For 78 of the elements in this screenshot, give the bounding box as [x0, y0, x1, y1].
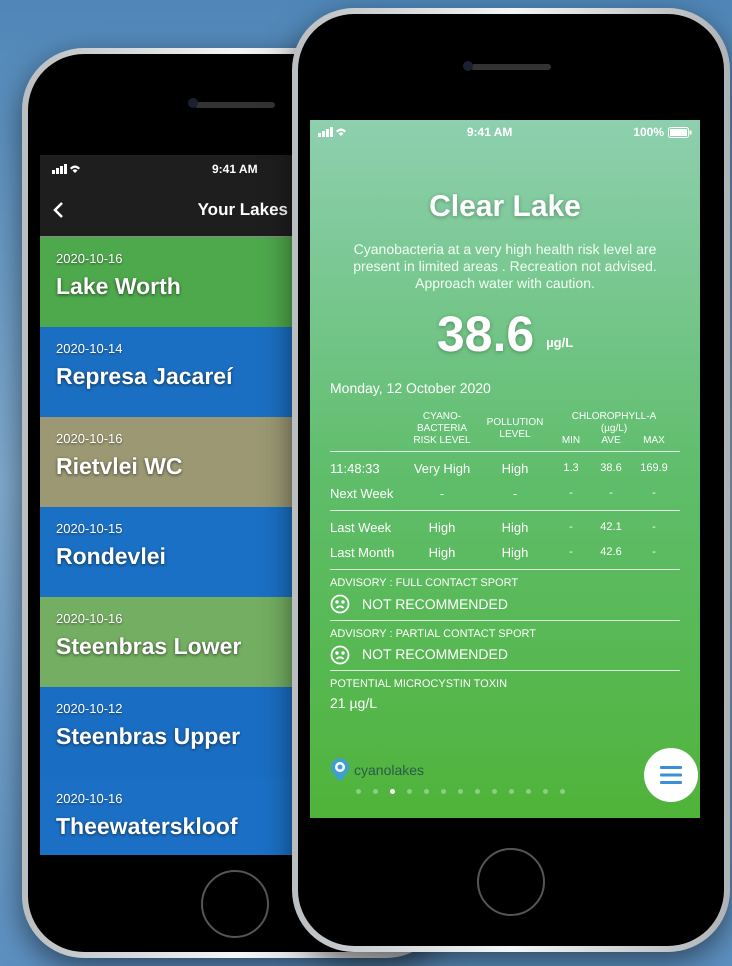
advisory-verdict: NOT RECOMMENDED — [362, 594, 508, 614]
column-header: MIN — [560, 435, 582, 447]
home-button[interactable] — [201, 870, 269, 938]
lake-name: Rietvlei WC — [56, 452, 183, 480]
signal-icon — [52, 164, 80, 174]
table-cell-text: High — [500, 518, 530, 537]
battery-percent: 100% — [633, 124, 664, 141]
lake-date: 2020-10-16 — [56, 610, 122, 628]
table-cell-text: Last Month — [330, 544, 396, 562]
risk-description: Cyanobacteria at a very high health risk level are present in limited areas . Recreation not advised. Approach water with caution. — [352, 241, 658, 292]
lake-title: Clear Lake — [429, 189, 581, 225]
table-cell-text: 42.1 — [599, 520, 623, 536]
table-cell-text: - — [438, 484, 446, 503]
lake-name: Steenbras Lower — [56, 632, 242, 660]
table-cell-text: Last Week — [330, 518, 392, 537]
table-cell-text: 169.9 — [639, 461, 669, 476]
map-pin-logo-icon — [330, 758, 350, 782]
lake-date: 2020-10-14 — [56, 340, 122, 358]
back-chevron-icon[interactable] — [52, 200, 64, 218]
lake-row[interactable]: 2020-10-15 Rondevlei — [40, 507, 292, 597]
table-cell-text: - — [651, 486, 657, 502]
table-cell-text: Next Week — [330, 484, 394, 503]
advisory-label: ADVISORY : PARTIAL CONTACT SPORT — [330, 626, 537, 642]
screen-title: Your Lakes — [198, 198, 288, 221]
menu-icon — [660, 766, 682, 784]
table-cell-text: - — [608, 486, 614, 502]
table-cell-text: - — [512, 484, 518, 503]
lake-name: Theewaterskloof — [56, 812, 238, 840]
table-cell-text: - — [651, 545, 657, 560]
menu-button[interactable] — [644, 748, 698, 802]
lake-row[interactable]: 2020-10-14 Represa Jacareí — [40, 327, 292, 417]
lake-date: 2020-10-16 — [56, 250, 122, 268]
table-cell-text: High — [500, 544, 530, 562]
table-cell-text: - — [568, 486, 574, 502]
lake-row[interactable]: 2020-10-16 Rietvlei WC — [40, 417, 292, 507]
table-cell-text: 11:48:33 — [330, 460, 381, 478]
table-cell-text: - — [568, 545, 574, 560]
table-cell-text: - — [651, 520, 657, 536]
toxin-value: 21 µg/L — [330, 694, 378, 713]
toxin-label: POTENTIAL MICROCYSTIN TOXIN — [330, 677, 508, 692]
table-cell-text: 42.6 — [599, 545, 623, 560]
status-time: 9:41 AM — [466, 124, 512, 141]
lake-date: 2020-10-15 — [56, 520, 122, 538]
column-group-header: CHLOROPHYLL-A (µg/L) — [570, 411, 658, 435]
table-cell-text: Very High — [412, 460, 472, 478]
table-cell-text: High — [428, 518, 456, 537]
sad-face-icon — [330, 594, 350, 614]
advisory-verdict: NOT RECOMMENDED — [362, 645, 508, 664]
table-cell-text: High — [500, 460, 530, 478]
lake-row[interactable]: 2020-10-12 Steenbras Upper — [40, 687, 292, 777]
battery-icon — [668, 126, 692, 138]
brand-logo-text: cyanolakes — [354, 760, 424, 780]
lake-name: Steenbras Upper — [56, 722, 240, 751]
column-header: POLLUTION LEVEL — [486, 417, 544, 441]
status-time: 9:41 AM — [212, 161, 258, 178]
lake-row[interactable]: 2020-10-16 Steenbras Lower — [40, 597, 292, 687]
column-header: AVE — [600, 435, 622, 447]
lake-date: 2020-10-16 — [56, 790, 122, 808]
lake-row[interactable]: 2020-10-16 Lake Worth — [40, 237, 292, 327]
table-cell-text: 38.6 — [599, 461, 623, 476]
table-cell-text: 1.3 — [562, 461, 580, 476]
advisory-label: ADVISORY : FULL CONTACT SPORT — [330, 576, 520, 591]
lake-name: Represa Jacareí — [56, 362, 232, 391]
lake-date: 2020-10-12 — [56, 700, 122, 718]
table-cell-text: - — [568, 520, 574, 536]
column-header: MAX — [642, 435, 666, 447]
lake-name: Rondevlei — [56, 542, 166, 570]
signal-icon — [318, 127, 346, 137]
table-cell-text: High — [428, 544, 456, 562]
column-header: CYANO-BACTERIA RISK LEVEL — [412, 411, 472, 447]
lake-row[interactable]: 2020-10-16 Theewaterskloof — [40, 777, 292, 855]
concentration-value: 38.6 — [436, 308, 534, 360]
home-button[interactable] — [477, 848, 545, 916]
concentration-unit: µg/L — [546, 334, 574, 352]
report-date: Monday, 12 October 2020 — [329, 379, 492, 398]
lake-name: Lake Worth — [56, 272, 181, 300]
lake-date: 2020-10-16 — [56, 430, 122, 448]
sad-face-icon — [330, 644, 350, 664]
